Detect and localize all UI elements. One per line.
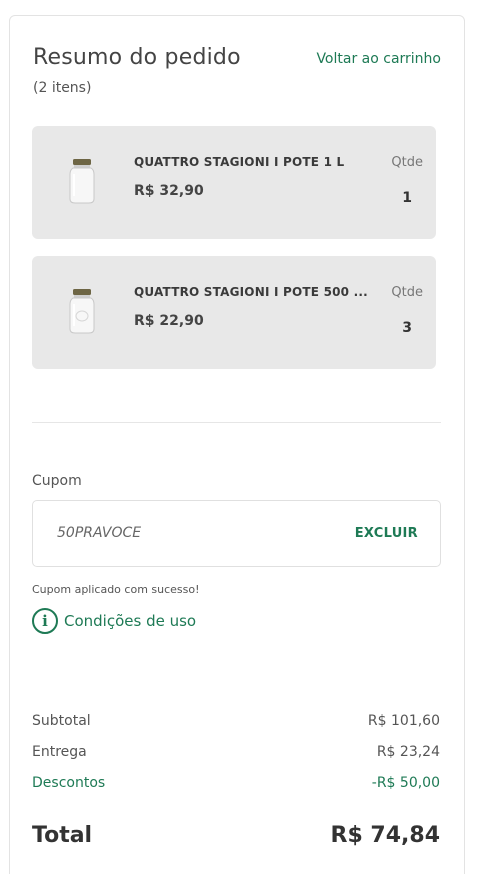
info-icon: i	[32, 608, 58, 634]
total-label: Total	[32, 823, 93, 848]
coupon-input[interactable]	[57, 525, 297, 541]
item-price: R$ 32,90	[134, 183, 204, 199]
subtotal-value: R$ 101,60	[367, 713, 440, 729]
back-to-cart-link[interactable]: Voltar ao carrinho	[316, 51, 441, 67]
glass-jar-icon	[69, 289, 95, 334]
cart-item: QUATTRO STAGIONI I POTE 500 ... R$ 22,90…	[32, 256, 436, 369]
cart-item: QUATTRO STAGIONI I POTE 1 L R$ 32,90 Qtd…	[32, 126, 436, 239]
total-value: R$ 74,84	[330, 823, 441, 848]
coupon-field: EXCLUIR	[32, 500, 441, 567]
item-count: (2 itens)	[33, 80, 92, 96]
quantity-label: Qtde	[391, 285, 423, 300]
delivery-label: Entrega	[32, 744, 87, 760]
section-divider	[32, 422, 441, 423]
item-price: R$ 22,90	[134, 313, 204, 329]
quantity-label: Qtde	[391, 155, 423, 170]
item-name: QUATTRO STAGIONI I POTE 500 ...	[134, 285, 368, 299]
subtotal-label: Subtotal	[32, 713, 91, 729]
terms-of-use-link[interactable]: i Condições de uso	[32, 608, 196, 634]
quantity-value: 3	[402, 320, 412, 336]
delivery-value: R$ 23,24	[376, 744, 440, 760]
terms-of-use-label: Condições de uso	[64, 612, 197, 630]
coupon-label: Cupom	[32, 473, 82, 489]
order-summary-card: Resumo do pedido (2 itens) Voltar ao car…	[9, 15, 465, 874]
page-title: Resumo do pedido	[33, 45, 241, 70]
discount-label: Descontos	[32, 775, 106, 791]
coupon-success-message: Cupom aplicado com sucesso!	[32, 583, 200, 596]
glass-jar-icon	[69, 159, 95, 204]
remove-coupon-button[interactable]: EXCLUIR	[355, 526, 418, 541]
quantity-value: 1	[402, 190, 412, 206]
item-name: QUATTRO STAGIONI I POTE 1 L	[134, 155, 345, 169]
discount-value: -R$ 50,00	[371, 775, 440, 791]
